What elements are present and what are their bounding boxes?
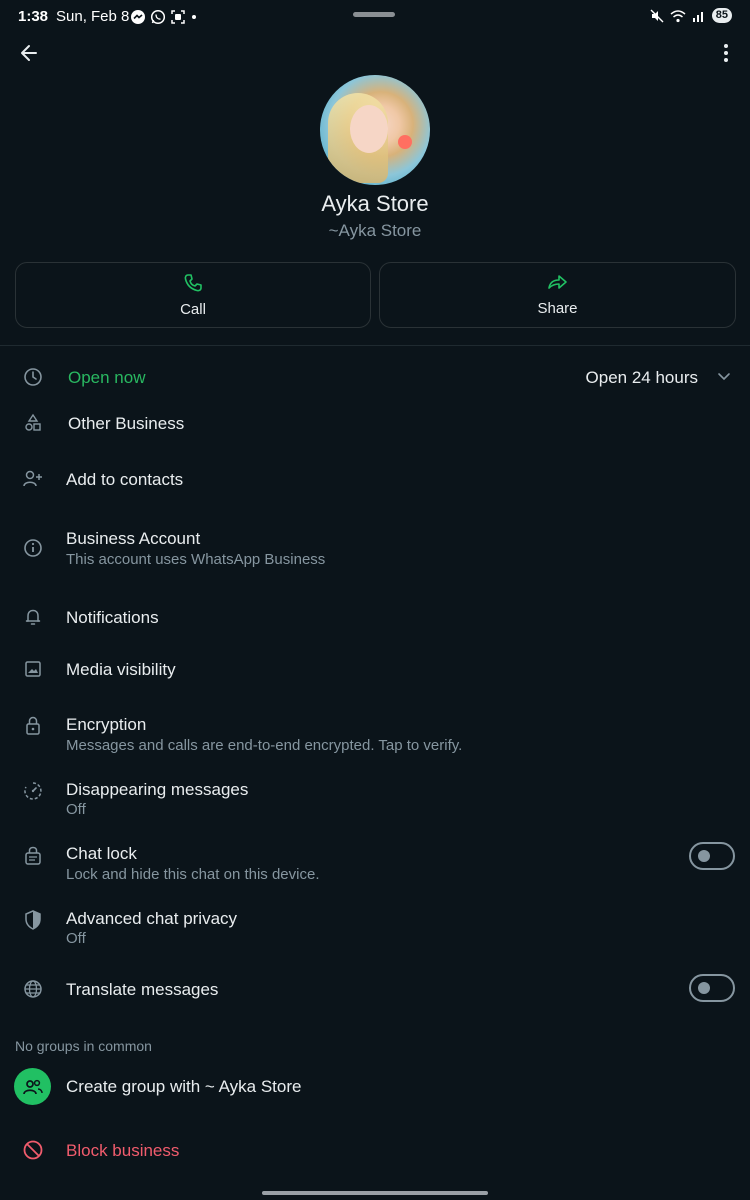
- advanced-privacy-value: Off: [66, 930, 86, 947]
- profile-name: Ayka Store: [321, 191, 429, 216]
- block-icon: [20, 1137, 46, 1163]
- status-date: Sun, Feb 8: [56, 8, 130, 25]
- business-hours[interactable]: Open 24 hours: [586, 368, 698, 388]
- business-category: Other Business: [68, 414, 185, 433]
- add-to-contacts-row[interactable]: Add to contacts: [66, 470, 183, 490]
- share-button[interactable]: Share: [379, 262, 736, 328]
- toggle-knob: [698, 850, 710, 862]
- disappearing-messages-value: Off: [66, 801, 86, 818]
- add-person-icon: [20, 466, 46, 492]
- group-icon: [22, 1079, 43, 1094]
- dot-icon: [192, 15, 196, 19]
- divider: [0, 345, 750, 346]
- groups-section-label: No groups in common: [15, 1038, 152, 1054]
- notifications-row[interactable]: Notifications: [66, 608, 159, 628]
- call-label: Call: [180, 300, 206, 318]
- messenger-icon: [131, 10, 145, 24]
- share-label: Share: [537, 299, 578, 317]
- signal-icon: [692, 11, 703, 22]
- avatar-face: [350, 105, 388, 153]
- bell-icon: [20, 604, 46, 630]
- business-account-title[interactable]: Business Account: [66, 529, 200, 549]
- drag-handle: [353, 12, 395, 17]
- globe-icon: [20, 976, 46, 1002]
- toggle-knob: [698, 982, 710, 994]
- status-time: 1:38: [18, 8, 49, 25]
- media-visibility-row[interactable]: Media visibility: [66, 660, 176, 680]
- chat-lock-title[interactable]: Chat lock: [66, 844, 137, 864]
- create-group-avatar[interactable]: [14, 1068, 51, 1105]
- business-account-subtitle: This account uses WhatsApp Business: [66, 551, 326, 568]
- disappearing-timer-icon: [20, 778, 46, 804]
- category-shapes-icon: [20, 410, 46, 436]
- more-options-button[interactable]: [718, 40, 734, 66]
- back-button[interactable]: [12, 38, 46, 68]
- encryption-subtitle: Messages and calls are end-to-end encryp…: [66, 737, 463, 754]
- translate-messages-title[interactable]: Translate messages: [66, 980, 218, 1000]
- whatsapp-icon: [150, 9, 166, 25]
- status-bar: 1:38 Sun, Feb 8 85: [0, 0, 750, 34]
- business-open-status: Open now: [68, 368, 146, 387]
- block-business-button[interactable]: Block business: [66, 1141, 179, 1161]
- screenshot-icon: [171, 10, 185, 24]
- kebab-menu-icon: [724, 44, 728, 62]
- chat-lock-toggle[interactable]: [689, 842, 735, 870]
- advanced-privacy-title[interactable]: Advanced chat privacy: [66, 909, 237, 929]
- phone-icon: [184, 273, 202, 291]
- clock-icon: [20, 364, 46, 390]
- notification-icons: [130, 9, 198, 25]
- profile-subtitle: ~Ayka Store: [328, 221, 422, 240]
- profile-avatar[interactable]: [320, 75, 430, 185]
- chat-lock-subtitle: Lock and hide this chat on this device.: [66, 866, 320, 883]
- call-button[interactable]: Call: [15, 262, 371, 328]
- home-indicator[interactable]: [262, 1191, 488, 1195]
- image-icon: [20, 656, 46, 682]
- wifi-icon: [670, 9, 686, 22]
- info-icon: [20, 535, 46, 561]
- encryption-title[interactable]: Encryption: [66, 715, 146, 735]
- chat-lock-icon: [20, 843, 46, 869]
- share-arrow-icon: [547, 274, 567, 289]
- battery-level: 85: [711, 8, 732, 23]
- avatar-flower: [398, 135, 412, 149]
- system-status-icons: 85: [650, 8, 732, 23]
- shield-icon: [20, 907, 46, 933]
- disappearing-messages-title[interactable]: Disappearing messages: [66, 780, 248, 800]
- translate-messages-toggle[interactable]: [689, 974, 735, 1002]
- create-group-row[interactable]: Create group with ~ Ayka Store: [66, 1077, 301, 1097]
- lock-icon: [20, 713, 46, 739]
- hours-expand-button[interactable]: [712, 368, 736, 386]
- chevron-down-icon: [718, 373, 730, 381]
- mute-icon: [650, 9, 664, 22]
- arrow-left-icon: [21, 45, 37, 61]
